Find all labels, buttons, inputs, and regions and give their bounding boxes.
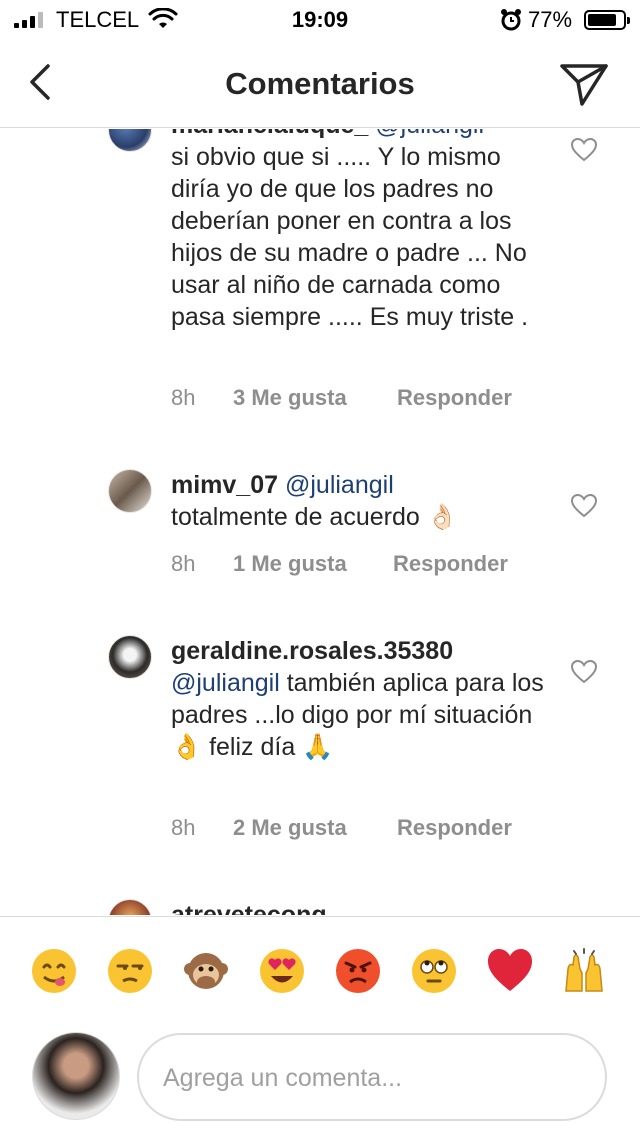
comment-input[interactable] bbox=[163, 1061, 583, 1095]
emoji-unamused-button[interactable] bbox=[106, 947, 154, 995]
comment-text: mimv_07 @juliangil totalmente de acuerdo… bbox=[171, 469, 551, 533]
comment-mention[interactable]: @juliangil bbox=[171, 669, 280, 697]
avatar[interactable] bbox=[108, 129, 152, 152]
reply-button[interactable]: Responder bbox=[393, 551, 508, 577]
comment-mention[interactable]: @juliangil bbox=[285, 471, 394, 499]
heart-icon[interactable] bbox=[570, 659, 598, 685]
comment-body: si obvio que si ..... Y lo mismo diría y… bbox=[171, 143, 529, 331]
comment-username[interactable]: mimv_07 bbox=[171, 471, 278, 499]
comment-username[interactable]: atrevetecong bbox=[171, 901, 327, 915]
comment-time: 8h bbox=[171, 815, 196, 840]
reply-button[interactable]: Responder bbox=[397, 385, 512, 411]
heart-icon[interactable] bbox=[570, 137, 598, 163]
comment-input-box[interactable] bbox=[137, 1033, 607, 1121]
battery-percent: 77% bbox=[528, 7, 573, 32]
comment-likes[interactable]: 1 Me gusta bbox=[233, 551, 393, 577]
header: Comentarios bbox=[0, 40, 640, 128]
comment-mention[interactable]: @juliangil bbox=[375, 129, 484, 139]
avatar[interactable] bbox=[108, 635, 152, 679]
avatar[interactable] bbox=[108, 469, 152, 513]
emoji-angry-button[interactable] bbox=[334, 947, 382, 995]
emoji-raised-hands-button[interactable] bbox=[560, 947, 608, 995]
comment-meta: 8h 1 Me gusta Responder bbox=[171, 551, 508, 577]
comment-text: mariancialuque_ @juliangil si obvio que … bbox=[171, 129, 551, 333]
reply-button[interactable]: Responder bbox=[397, 815, 512, 841]
comment-username[interactable]: geraldine.rosales.35380 bbox=[171, 637, 453, 665]
paper-plane-icon[interactable] bbox=[558, 58, 610, 108]
comment-body: totalmente de acuerdo 👌🏻 bbox=[171, 503, 458, 531]
emoji-yum-button[interactable] bbox=[30, 947, 78, 995]
comment-meta: 8h 3 Me gusta Responder bbox=[171, 385, 512, 411]
comment-likes[interactable]: 2 Me gusta bbox=[233, 815, 397, 841]
battery-icon bbox=[584, 10, 630, 30]
emoji-heart-eyes-button[interactable] bbox=[258, 947, 306, 995]
comment-list[interactable]: mariancialuque_ @juliangil si obvio que … bbox=[0, 129, 640, 915]
comment-text: atrevetecong bbox=[171, 899, 551, 915]
avatar[interactable] bbox=[108, 899, 152, 915]
emoji-red-heart-button[interactable] bbox=[486, 947, 534, 995]
heart-icon[interactable] bbox=[570, 493, 598, 519]
comment-composer bbox=[0, 1028, 640, 1136]
alarm-icon bbox=[501, 9, 521, 31]
status-bar: TELCEL 19:09 77% bbox=[0, 0, 640, 40]
comment-username[interactable]: mariancialuque_ bbox=[171, 129, 368, 139]
emoji-quick-bar bbox=[0, 916, 640, 1026]
emoji-monkey-button[interactable] bbox=[182, 947, 230, 995]
emoji-eye-roll-button[interactable] bbox=[410, 947, 458, 995]
avatar[interactable] bbox=[32, 1032, 120, 1120]
comment-text: geraldine.rosales.35380 @juliangil tambi… bbox=[171, 635, 551, 763]
comment-time: 8h bbox=[171, 551, 196, 576]
comment-likes[interactable]: 3 Me gusta bbox=[233, 385, 397, 411]
comment-meta: 8h 2 Me gusta Responder bbox=[171, 815, 512, 841]
page-title: Comentarios bbox=[225, 66, 415, 101]
comment-time: 8h bbox=[171, 385, 196, 410]
